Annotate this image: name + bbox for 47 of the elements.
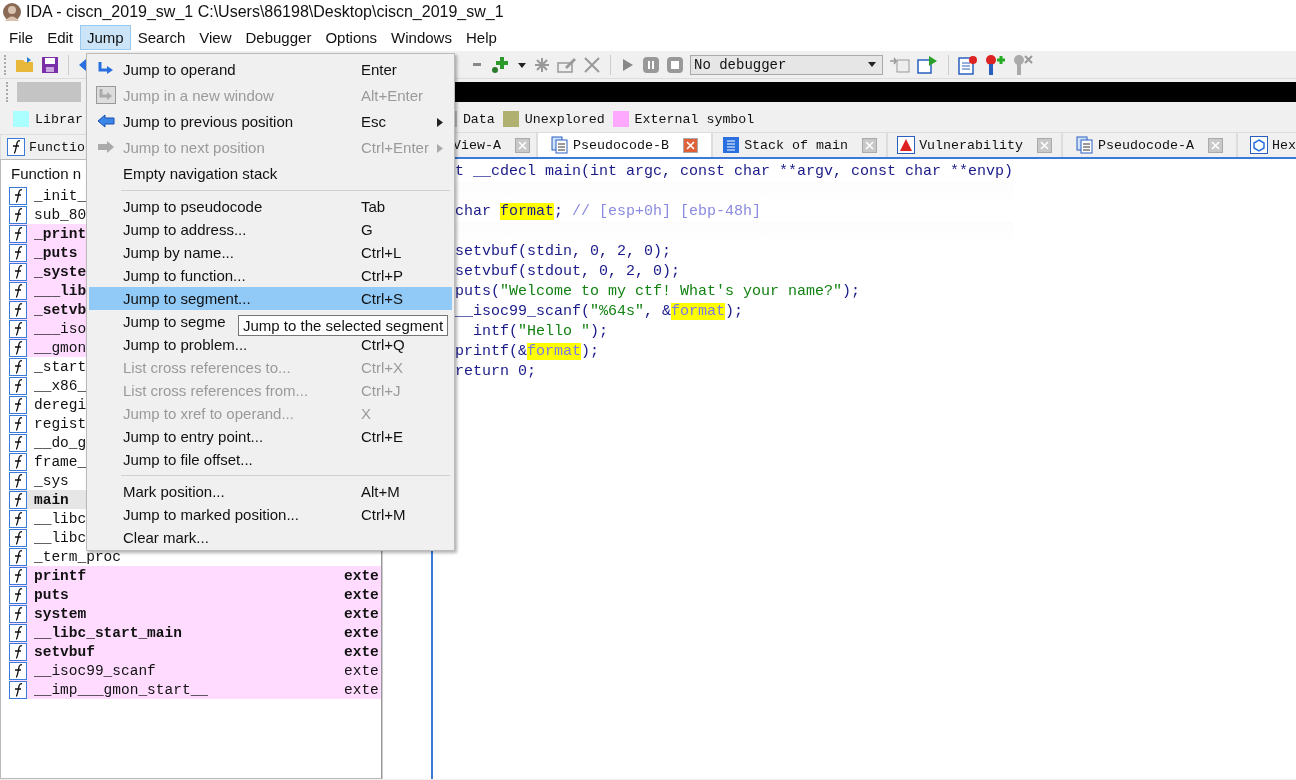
function-name: deregi: [34, 396, 87, 413]
tooltip: Jump to the selected segment: [238, 315, 449, 336]
code-line: printf(&format);: [455, 342, 601, 362]
segment-cell: exte: [344, 662, 379, 679]
function-name: setvbuf: [34, 643, 95, 660]
function-name: _syste: [34, 263, 87, 280]
code-line: return 0;: [455, 362, 537, 382]
function-name: sub_80: [34, 206, 87, 223]
function-name: __libc: [34, 510, 87, 527]
function-name: __do_g: [34, 434, 87, 451]
function-name: _setvb: [34, 301, 87, 318]
segment-cell: exte: [344, 605, 379, 622]
function-name: __libc: [34, 529, 87, 546]
code-line: t __cdecl main(int argc, const char **argv, const char **envp): [455, 162, 1014, 182]
function-name: regist: [34, 415, 87, 432]
function-name: _init_: [34, 187, 87, 204]
function-name: _puts: [34, 244, 78, 261]
function-name: ___iso: [34, 320, 87, 337]
function-name: main: [34, 491, 69, 508]
function-name: _sys: [34, 472, 69, 489]
code-line: puts("Welcome to my ctf! What's your name?");: [455, 282, 862, 302]
function-name: __x86_: [34, 377, 87, 394]
code-line: setvbuf(stdout, 0, 2, 0);: [455, 262, 682, 282]
function-name: __libc_start_main: [34, 624, 182, 641]
function-name: _start: [34, 358, 87, 375]
legend-label: External symbol: [634, 111, 755, 127]
segment-cell: exte: [344, 586, 379, 603]
legend-label: Librar: [35, 111, 83, 127]
function-name: frame_: [34, 453, 87, 470]
function-name: printf: [34, 567, 87, 584]
segment-cell: exte: [344, 643, 379, 660]
code-line: __isoc99_scanf("%64s", &format);: [455, 302, 745, 322]
segment-cell: exte: [344, 567, 379, 584]
function-name: __imp___gmon_start__: [34, 681, 209, 698]
function-name: puts: [34, 586, 69, 603]
function-name: __isoc99_scanf: [34, 662, 156, 679]
function-name: ___lib: [34, 282, 87, 299]
legend-label: Unexplored: [524, 111, 605, 127]
window-title: IDA - ciscn_2019_sw_1 C:\Users\86198\Desktop\ciscn_2019_sw_1: [26, 3, 504, 21]
function-name: system: [34, 605, 87, 622]
segment-cell: exte: [344, 681, 379, 698]
legend-label: Data: [462, 111, 495, 127]
segment-cell: exte: [344, 624, 379, 641]
function-name: _print: [34, 225, 87, 242]
function-name: _term_proc: [34, 548, 121, 565]
function-name: __gmon: [34, 339, 87, 356]
code-line: intf("Hello ");: [472, 322, 610, 342]
